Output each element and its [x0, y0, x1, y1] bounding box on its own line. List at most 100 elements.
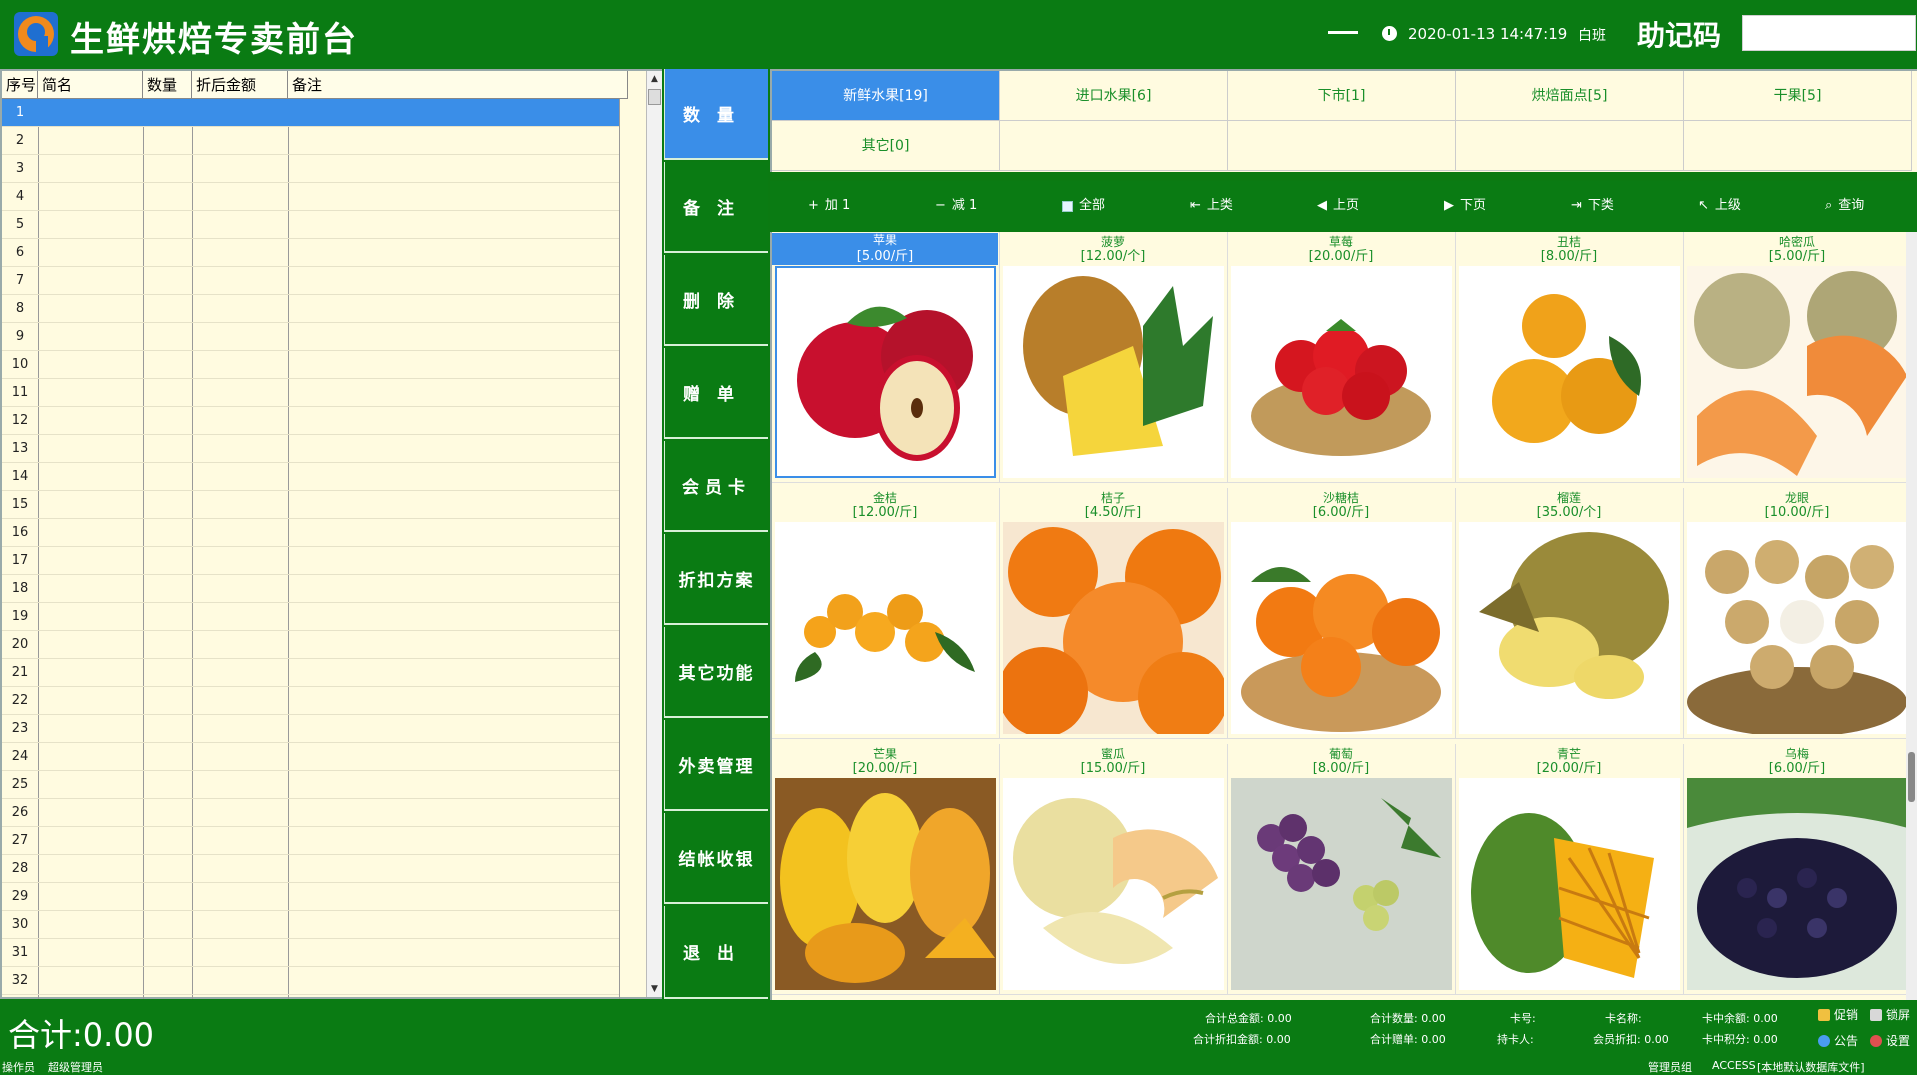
add-one-label: 加 1: [824, 198, 851, 213]
row-number: 22: [11, 693, 29, 708]
product-tile[interactable]: 蜜瓜 [15.00/斤]: [1000, 744, 1228, 995]
column-header-note[interactable]: 备注: [288, 71, 628, 99]
order-row[interactable]: 18: [2, 575, 619, 603]
order-row[interactable]: 12: [2, 407, 619, 435]
notice-button[interactable]: 公告: [1818, 1032, 1858, 1049]
product-scrollbar[interactable]: [1906, 232, 1917, 1000]
prev-page-button[interactable]: ◀ 上页: [1317, 181, 1359, 231]
product-tile[interactable]: 葡萄 [8.00/斤]: [1228, 744, 1456, 995]
prev-category-button[interactable]: ⇤ 上类: [1190, 181, 1233, 231]
search-button[interactable]: ⌕ 查询: [1825, 181, 1864, 231]
product-tile[interactable]: 青芒 [20.00/斤]: [1456, 744, 1684, 995]
gift-order-button[interactable]: 赠 单: [664, 348, 768, 439]
product-tile[interactable]: 沙糖桔 [6.00/斤]: [1228, 488, 1456, 739]
category-tab-off-market[interactable]: 下市[1]: [1228, 71, 1456, 121]
card-points: 卡中积分: 0.00: [1702, 1033, 1778, 1046]
promotion-button[interactable]: 促销: [1818, 1006, 1858, 1023]
discount-plan-button[interactable]: 折扣方案: [664, 534, 768, 625]
order-row[interactable]: 26: [2, 799, 619, 827]
quantity-button[interactable]: 数 量: [664, 69, 768, 160]
column-header-quantity[interactable]: 数量: [143, 71, 192, 99]
add-one-button[interactable]: + 加 1: [808, 181, 850, 231]
minimize-button[interactable]: [1328, 31, 1358, 34]
order-scrollbar[interactable]: ▲ ▼: [646, 71, 662, 997]
order-row[interactable]: 21: [2, 659, 619, 687]
product-tile[interactable]: 桔子 [4.50/斤]: [1000, 488, 1228, 739]
order-row[interactable]: 7: [2, 267, 619, 295]
column-header-amount[interactable]: 折后金额: [192, 71, 288, 99]
order-row[interactable]: 13: [2, 435, 619, 463]
order-row[interactable]: 8: [2, 295, 619, 323]
order-row[interactable]: 11: [2, 379, 619, 407]
category-tab-bakery[interactable]: 烘焙面点[5]: [1456, 71, 1684, 121]
mnemonic-input[interactable]: [1742, 15, 1916, 51]
order-row[interactable]: 5: [2, 211, 619, 239]
product-name: 芒果: [872, 747, 897, 761]
category-tab-fresh-fruit[interactable]: 新鲜水果[19]: [772, 71, 1000, 121]
subtract-one-button[interactable]: − 减 1: [935, 181, 977, 231]
checkout-button[interactable]: 结帐收银: [664, 813, 768, 904]
order-row[interactable]: 17: [2, 547, 619, 575]
user-group: 管理员组: [1648, 1061, 1692, 1074]
category-tab-imported-fruit[interactable]: 进口水果[6]: [1000, 71, 1228, 121]
product-tile[interactable]: 芒果 [20.00/斤]: [772, 744, 1000, 995]
order-row[interactable]: 20: [2, 631, 619, 659]
scroll-thumb[interactable]: [648, 89, 661, 105]
product-tile[interactable]: 苹果 [5.00/斤]: [772, 232, 1000, 483]
order-row[interactable]: 32: [2, 967, 619, 995]
note-button[interactable]: 备 注: [664, 162, 768, 253]
order-row[interactable]: 3: [2, 155, 619, 183]
show-all-button[interactable]: 全部: [1062, 181, 1105, 231]
prev-page-label: 上页: [1333, 198, 1360, 213]
order-row[interactable]: 1: [2, 99, 619, 127]
next-category-button[interactable]: ⇥ 下类: [1571, 181, 1614, 231]
takeout-button[interactable]: 外卖管理: [664, 720, 768, 811]
function-panel: 数 量 备 注 删 除 赠 单 会员卡 折扣方案 其它功能 外卖管理 结帐收银 …: [664, 69, 768, 999]
next-page-button[interactable]: ▶ 下页: [1444, 181, 1486, 231]
lock-screen-button[interactable]: 锁屏: [1870, 1006, 1910, 1023]
order-row[interactable]: 24: [2, 743, 619, 771]
scroll-up-arrow-icon[interactable]: ▲: [647, 71, 662, 87]
order-row[interactable]: 29: [2, 883, 619, 911]
product-tile[interactable]: 草莓 [20.00/斤]: [1228, 232, 1456, 483]
order-row[interactable]: 22: [2, 687, 619, 715]
row-number: 10: [11, 357, 29, 372]
parent-level-button[interactable]: ↖ 上级: [1698, 181, 1741, 231]
product-scroll-thumb[interactable]: [1908, 752, 1915, 802]
category-tab-empty: [1000, 121, 1228, 171]
product-tile[interactable]: 菠萝 [12.00/个]: [1000, 232, 1228, 483]
exit-button[interactable]: 退 出: [664, 906, 768, 999]
order-row[interactable]: 2: [2, 127, 619, 155]
order-row[interactable]: 31: [2, 939, 619, 967]
scroll-down-arrow-icon[interactable]: ▼: [647, 981, 662, 997]
product-tile[interactable]: 丑桔 [8.00/斤]: [1456, 232, 1684, 483]
order-row[interactable]: 16: [2, 519, 619, 547]
order-row[interactable]: 30: [2, 911, 619, 939]
other-functions-button[interactable]: 其它功能: [664, 627, 768, 718]
order-row[interactable]: 15: [2, 491, 619, 519]
summary-bar: 合计:0.00 合计总金额: 0.00 合计折扣金额: 0.00 合计数量: 0…: [0, 1000, 1917, 1056]
category-tab-dried-fruit[interactable]: 干果[5]: [1684, 71, 1912, 121]
order-row[interactable]: 23: [2, 715, 619, 743]
product-tile[interactable]: 哈密瓜 [5.00/斤]: [1684, 232, 1912, 483]
category-tab-other[interactable]: 其它[0]: [772, 121, 1000, 171]
product-tile[interactable]: 榴莲 [35.00/个]: [1456, 488, 1684, 739]
order-row[interactable]: 25: [2, 771, 619, 799]
column-header-name[interactable]: 简名: [38, 71, 143, 99]
settings-button[interactable]: 设置: [1870, 1032, 1910, 1049]
delete-button[interactable]: 删 除: [664, 255, 768, 346]
order-row[interactable]: 27: [2, 827, 619, 855]
product-tile[interactable]: 乌梅 [6.00/斤]: [1684, 744, 1912, 995]
order-row[interactable]: 28: [2, 855, 619, 883]
order-row[interactable]: 9: [2, 323, 619, 351]
order-row[interactable]: 4: [2, 183, 619, 211]
order-row[interactable]: 10: [2, 351, 619, 379]
lock-icon: [1870, 1008, 1882, 1021]
column-header-index[interactable]: 序号: [2, 71, 38, 99]
member-card-button[interactable]: 会员卡: [664, 441, 768, 532]
order-row[interactable]: 19: [2, 603, 619, 631]
product-tile[interactable]: 龙眼 [10.00/斤]: [1684, 488, 1912, 739]
product-tile[interactable]: 金桔 [12.00/斤]: [772, 488, 1000, 739]
order-row[interactable]: 6: [2, 239, 619, 267]
order-row[interactable]: 14: [2, 463, 619, 491]
